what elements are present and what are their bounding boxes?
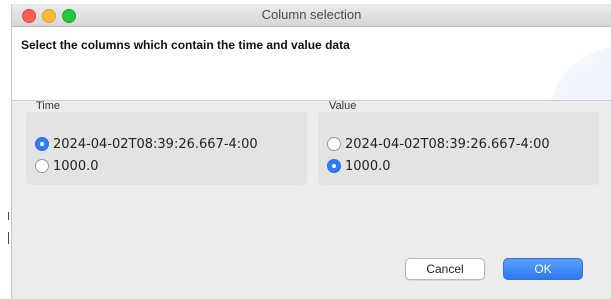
value-column-group: Value 2024-04-02T08:39:26.667-4:00 1000.…	[318, 100, 599, 185]
time-option-value-label: 1000.0	[53, 158, 99, 174]
value-option-timestamp-label: 2024-04-02T08:39:26.667-4:00	[345, 136, 550, 152]
value-option-value[interactable]: 1000.0	[327, 157, 391, 175]
column-selection-dialog: Column selection Select the columns whic…	[12, 4, 611, 299]
time-column-group: Time 2024-04-02T08:39:26.667-4:00 1000.0	[26, 100, 307, 185]
radio-button[interactable]	[35, 159, 49, 173]
value-group-label: Value	[329, 100, 357, 112]
dialog-header: Select the columns which contain the tim…	[12, 27, 611, 101]
header-instructions: Select the columns which contain the tim…	[21, 38, 350, 52]
window-title: Column selection	[261, 7, 362, 22]
cancel-button[interactable]: Cancel	[405, 258, 485, 280]
time-option-timestamp-label: 2024-04-02T08:39:26.667-4:00	[53, 136, 258, 152]
ok-button[interactable]: OK	[503, 258, 583, 280]
radio-button-selected[interactable]	[35, 137, 49, 151]
background-window-edge	[0, 0, 12, 299]
time-option-timestamp[interactable]: 2024-04-02T08:39:26.667-4:00	[35, 135, 258, 153]
title-bar: Column selection	[12, 4, 611, 27]
value-option-timestamp[interactable]: 2024-04-02T08:39:26.667-4:00	[327, 135, 550, 153]
radio-button[interactable]	[327, 137, 341, 151]
value-option-value-label: 1000.0	[345, 158, 391, 174]
background-window-tick	[8, 212, 9, 220]
background-window-tick	[8, 232, 9, 244]
time-option-value[interactable]: 1000.0	[35, 157, 99, 175]
header-decoration-graphic	[551, 47, 611, 100]
time-group-label: Time	[36, 100, 61, 112]
radio-button-selected[interactable]	[327, 159, 341, 173]
